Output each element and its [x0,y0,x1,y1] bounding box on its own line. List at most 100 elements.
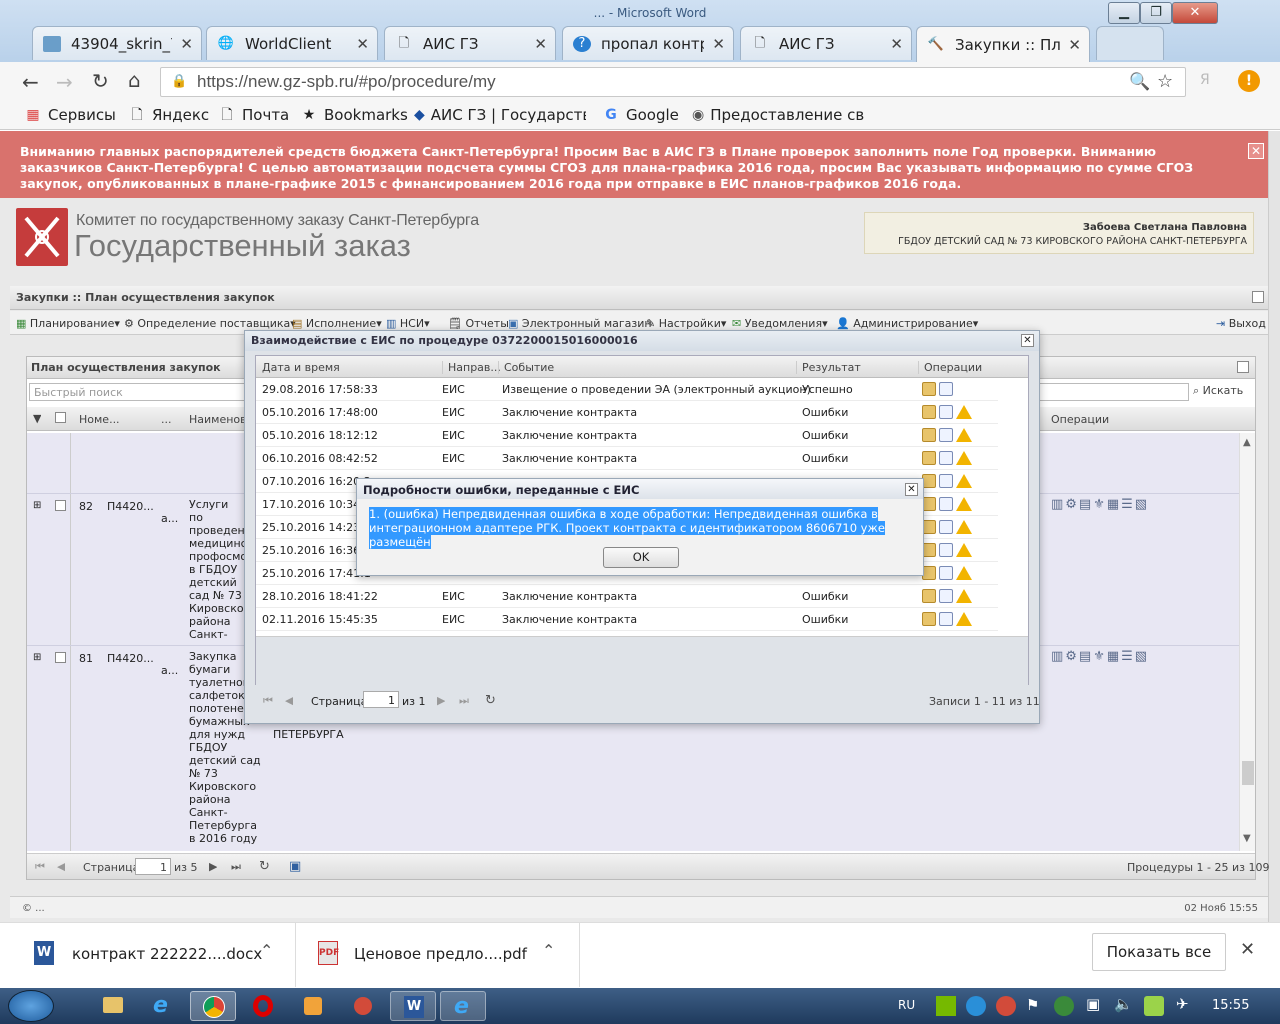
row-checkbox[interactable] [55,500,66,511]
volume-icon[interactable]: 🔈 [1114,995,1133,1013]
package-icon[interactable] [922,497,936,511]
row-operation-icons[interactable] [922,474,972,488]
package-icon[interactable] [922,612,936,626]
warning-icon[interactable] [956,451,972,465]
save-icon[interactable]: ▣ [289,859,301,874]
menu-nsi[interactable]: ▥ НСИ▾ [386,317,430,330]
search-button[interactable]: ⌕ Искать [1193,384,1243,398]
bookmark-bookmarks[interactable]: ★ Bookmarks [300,106,408,124]
menu-settings[interactable]: ✎ Настройки▾ [646,317,726,330]
col-name[interactable]: Наименов [189,413,247,426]
star-icon[interactable]: ☆ [1157,71,1173,92]
network-icon[interactable]: ▣ [1086,995,1100,1013]
download-item-docx[interactable]: W контракт 222222....docx ⌃ [0,923,296,987]
warning-icon[interactable] [956,589,972,603]
table-row[interactable]: 28.10.2016 18:41:22 ЕИС Заключение контрак… [256,585,998,608]
document-icon[interactable] [939,382,953,396]
document-icon[interactable] [939,405,953,419]
expand-icon[interactable]: ⊞ [33,500,41,511]
last-page-icon[interactable]: ⏭ [459,694,469,708]
tray-misc-icon[interactable]: ✈ [1176,995,1189,1013]
package-icon[interactable] [922,566,936,580]
first-page-icon[interactable]: ⏮ [263,694,273,708]
show-all-button[interactable]: Показать все [1092,933,1226,971]
first-page-icon[interactable]: ⏮ [35,860,45,874]
grid-scrollbar[interactable]: ▲ ▼ [1239,433,1255,851]
refresh-icon[interactable]: ↻ [485,693,496,708]
last-page-icon[interactable]: ⏭ [231,860,241,874]
tray-bug-icon[interactable] [1054,996,1074,1016]
col-extra[interactable]: ... [161,413,172,426]
scroll-up-icon[interactable]: ▲ [1243,437,1251,448]
collapse-icon[interactable] [1252,291,1264,303]
warning-icon[interactable] [956,405,972,419]
tray-app-icon[interactable] [996,996,1016,1016]
package-icon[interactable] [922,543,936,557]
yandex-icon[interactable]: Я [1200,72,1210,88]
document-icon[interactable] [939,497,953,511]
menu-reports[interactable]: 🗒 Отчеты [448,317,509,330]
bookmark-ais-gz[interactable]: ◆ АИС ГЗ | Государстве [414,106,586,124]
next-page-icon[interactable]: ▶ [209,860,217,873]
document-icon[interactable] [939,474,953,488]
table-row[interactable]: 05.10.2016 18:12:12 ЕИС Заключение контрак… [256,424,998,447]
media-player-icon[interactable] [290,991,336,1021]
menu-supplier[interactable]: ⚙ Определение поставщика▾ [124,317,296,330]
table-row[interactable]: 02.11.2016 15:45:35 ЕИС Заключение контрак… [256,608,998,631]
word-icon[interactable]: W [390,991,436,1021]
refresh-icon[interactable] [1237,361,1249,373]
prev-page-icon[interactable]: ◀ [57,860,65,873]
new-tab-button[interactable] [1096,26,1164,60]
warning-icon[interactable] [956,428,972,442]
warning-icon[interactable] [956,474,972,488]
back-icon[interactable]: ← [22,70,39,94]
refresh-icon[interactable]: ↻ [259,859,270,874]
bookmark-google[interactable]: G Google [602,106,679,124]
app-icon[interactable] [340,991,386,1021]
menu-notifications[interactable]: ✉ Уведомления▾ [732,317,828,330]
row-operation-icons[interactable] [922,566,972,580]
document-icon[interactable] [939,543,953,557]
close-icon[interactable]: ✕ [1248,143,1264,159]
row-operation-icons[interactable] [922,589,972,603]
next-page-icon[interactable]: ▶ [437,694,445,707]
row-checkbox[interactable] [55,652,66,663]
ie-icon[interactable]: e [140,991,186,1021]
ie-icon[interactable]: e [440,991,486,1021]
row-operation-icons[interactable] [922,451,972,465]
warning-icon[interactable] [956,612,972,626]
maximize-button[interactable]: ❐ [1140,2,1172,24]
language-indicator[interactable]: RU [898,998,915,1012]
document-icon[interactable] [939,612,953,626]
bookmark-services-provision[interactable]: ◉Предоставление свед [692,106,864,124]
tab-6[interactable]: 🔨Закупки :: План✕ [916,26,1090,62]
expand-icon[interactable]: ⊞ [33,652,41,663]
close-window-button[interactable]: ✕ [1172,2,1218,24]
close-icon[interactable]: ✕ [180,35,193,53]
col-number[interactable]: Номе... [79,413,120,426]
filter-icon[interactable]: ▼ [33,412,41,425]
col-operations[interactable]: Операции [1051,413,1109,426]
document-icon[interactable] [939,520,953,534]
row-operation-icons[interactable]: ▥⚙▤⚜▦☰▧ [1051,649,1149,664]
tab-2[interactable]: 🌐 WorldClient ✕ [206,26,378,60]
address-bar[interactable]: 🔒 https://new.gz-spb.ru/#po/procedure/my… [160,67,1186,97]
tab-5[interactable]: 🗋 АИС ГЗ ✕ [740,26,912,60]
select-all-checkbox[interactable] [55,412,66,423]
reload-icon[interactable]: ↻ [92,69,109,93]
bookmark-mail[interactable]: 🗋 Почта [218,106,289,124]
table-row[interactable]: 06.10.2016 08:42:52 ЕИС Заключение контрак… [256,447,998,470]
page-input[interactable]: 1 [135,858,171,875]
package-icon[interactable] [922,589,936,603]
forward-icon[interactable]: → [56,70,73,94]
prev-page-icon[interactable]: ◀ [285,694,293,707]
page-input[interactable]: 1 [363,691,399,708]
document-icon[interactable] [939,428,953,442]
chevron-up-icon[interactable]: ⌃ [260,941,273,960]
ok-button[interactable]: OK [603,547,679,568]
nvidia-icon[interactable] [936,996,956,1016]
explorer-icon[interactable] [90,991,136,1021]
opera-icon[interactable] [240,991,286,1021]
document-icon[interactable] [939,566,953,580]
close-icon[interactable]: ✕ [890,35,903,53]
